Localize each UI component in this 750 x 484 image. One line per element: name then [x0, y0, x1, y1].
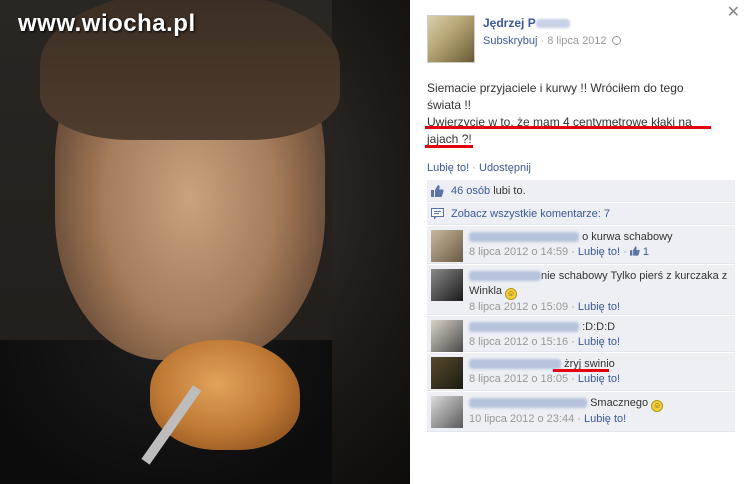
post-actions: Lubię to! · Udostępnij	[427, 162, 531, 174]
comment-meta: 8 lipca 2012 o 18:05 · Lubię to!	[469, 373, 621, 385]
post-date[interactable]: 8 lipca 2012	[547, 35, 606, 47]
comment-item: nie schabowy Tylko pierś z kurczaka z Wi…	[427, 265, 735, 315]
comment-meta: 8 lipca 2012 o 15:16 · Lubię to!	[469, 336, 621, 348]
blurred-commenter-name[interactable]	[469, 232, 579, 243]
comment-text: Smacznego	[590, 397, 649, 409]
comment-like-link[interactable]: Lubię to!	[578, 301, 620, 313]
blurred-commenter-name[interactable]	[469, 322, 579, 333]
blurred-commenter-name[interactable]	[469, 359, 561, 370]
blurred-commenter-name[interactable]	[469, 398, 587, 409]
view-all-comments-row: Zobacz wszystkie komentarze: 7	[427, 203, 735, 225]
meme-photo: www.wiocha.pl	[0, 0, 410, 484]
likes-count-link[interactable]: 46 osób	[451, 185, 490, 197]
highlight-underline	[425, 126, 711, 129]
commenter-avatar[interactable]	[431, 357, 463, 389]
commenter-avatar[interactable]	[431, 396, 463, 428]
globe-icon	[611, 36, 621, 45]
comment-like-link[interactable]: Lubię to!	[578, 373, 620, 385]
blurred-commenter-name[interactable]	[469, 271, 541, 282]
comment-text: :D:D:D	[582, 321, 616, 333]
post-meta: Subskrybuj · 8 lipca 2012	[483, 35, 621, 47]
comment-text: o kurwa schabowy	[582, 231, 673, 243]
likes-row: 46 osób lubi to.	[427, 180, 735, 202]
comment-item: :D:D:D 8 lipca 2012 o 15:16 · Lubię to!	[427, 316, 735, 352]
comment-meta: 8 lipca 2012 o 15:09 · Lubię to!	[469, 301, 621, 313]
highlight-underline	[425, 145, 473, 148]
watermark: www.wiocha.pl	[18, 10, 196, 37]
comment-item: Smacznego ☺ 10 lipca 2012 o 23:44 · Lubi…	[427, 392, 735, 432]
comment-likes-count[interactable]: 1	[629, 246, 649, 258]
comment-like-link[interactable]: Lubię to!	[578, 336, 620, 348]
comment-icon	[431, 208, 444, 220]
share-link[interactable]: Udostępnij	[479, 162, 531, 174]
subscribe-link[interactable]: Subskrybuj	[483, 35, 537, 47]
author-avatar[interactable]	[427, 15, 475, 63]
highlight-underline	[553, 369, 609, 372]
photo-frame	[0, 0, 340, 484]
smiley-icon: ☺	[505, 288, 518, 300]
blurred-surname	[535, 19, 570, 29]
smiley-icon: ☺	[651, 400, 664, 412]
author-name[interactable]: Jędrzej P	[483, 16, 570, 30]
comment-item: żryj swinio 8 lipca 2012 o 18:05 · Lubię…	[427, 353, 735, 391]
comment-like-link[interactable]: Lubię to!	[578, 246, 620, 258]
view-all-comments-link[interactable]: Zobacz wszystkie komentarze: 7	[451, 208, 610, 220]
comment-item: o kurwa schabowy 8 lipca 2012 o 14:59 · …	[427, 226, 735, 264]
commenter-avatar[interactable]	[431, 269, 463, 301]
close-icon[interactable]: ✕	[727, 2, 740, 22]
comment-like-link[interactable]: Lubię to!	[584, 413, 626, 425]
thumbs-up-icon	[629, 246, 640, 256]
comment-meta: 10 lipca 2012 o 23:44 · Lubię to!	[469, 413, 627, 425]
thumbs-up-icon	[431, 185, 444, 197]
post-text: Siemacie przyjaciele i kurwy !! Wróciłem…	[427, 81, 692, 146]
comment-meta: 8 lipca 2012 o 14:59 · Lubię to! · 1	[469, 246, 650, 258]
like-link[interactable]: Lubię to!	[427, 162, 469, 174]
commenter-avatar[interactable]	[431, 320, 463, 352]
facebook-post-panel: ✕ Jędrzej P Subskrybuj · 8 lipca 2012 Si…	[410, 0, 750, 484]
commenter-avatar[interactable]	[431, 230, 463, 262]
